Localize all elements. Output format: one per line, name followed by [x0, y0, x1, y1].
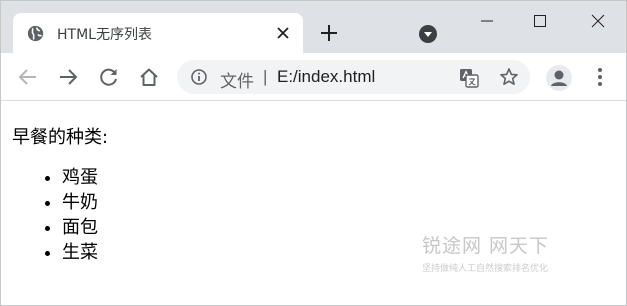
arrow-left-icon[interactable]: [17, 66, 39, 88]
page-heading: 早餐的种类:: [12, 127, 109, 148]
address-bar[interactable]: 文件 | E:/index.html: [177, 60, 530, 94]
plus-icon[interactable]: [320, 24, 338, 42]
more-vert-icon[interactable]: [590, 66, 610, 88]
reload-icon[interactable]: [98, 66, 120, 88]
omnibox-divider: |: [263, 67, 268, 86]
watermark-sub: 坚持做纯人工自然搜索排名优化: [422, 264, 549, 274]
close-window-icon[interactable]: [586, 9, 610, 33]
watermark-main: 锐途网 网天下: [422, 235, 550, 257]
browser-toolbar: 文件 | E:/index.html: [1, 53, 626, 101]
translate-icon[interactable]: [459, 68, 479, 88]
list-item: 鸡蛋: [62, 165, 98, 190]
close-icon[interactable]: [275, 25, 291, 41]
tab-strip: HTML无序列表: [1, 1, 626, 53]
breakfast-list: 鸡蛋 牛奶 面包 生菜: [1, 165, 98, 265]
info-icon[interactable]: [191, 69, 207, 85]
chevron-down-circle-icon[interactable]: [418, 24, 438, 44]
arrow-right-icon[interactable]: [57, 66, 79, 88]
home-icon[interactable]: [138, 66, 160, 88]
page-content: 早餐的种类: 鸡蛋 牛奶 面包 生菜: [1, 101, 626, 305]
watermark: 锐途网 网天下 坚持做纯人工自然搜索排名优化: [422, 231, 592, 274]
maximize-icon[interactable]: [528, 9, 552, 33]
browser-window: HTML无序列表 文件 | E:/index.html 早餐的种类: • 鸡蛋 …: [0, 0, 627, 306]
minimize-icon[interactable]: [475, 9, 499, 33]
list-item: 面包: [62, 215, 98, 240]
person-icon: [551, 70, 567, 86]
url-text[interactable]: E:/index.html: [277, 67, 375, 87]
list-item: 牛奶: [62, 190, 98, 215]
avatar[interactable]: [546, 65, 572, 91]
tab-active[interactable]: HTML无序列表: [13, 13, 303, 53]
scheme-label: 文件: [220, 72, 254, 92]
star-icon[interactable]: [499, 67, 519, 87]
list-item: 生菜: [62, 240, 98, 265]
globe-icon: [27, 25, 44, 42]
tab-title: HTML无序列表: [57, 27, 152, 43]
